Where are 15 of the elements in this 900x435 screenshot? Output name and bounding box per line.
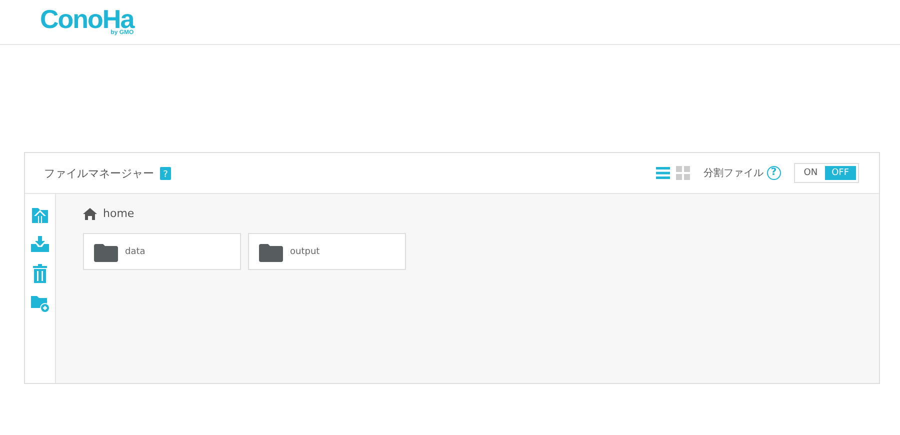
split-file-toggle[interactable]: ON OFF (794, 163, 859, 183)
add-folder-icon[interactable] (30, 294, 50, 313)
grid-view-icon[interactable] (676, 166, 690, 180)
breadcrumb-link[interactable]: home (103, 207, 134, 220)
split-file-label: 分割ファイル (704, 166, 764, 180)
folder-icon (94, 242, 118, 262)
list-view-icon[interactable] (656, 166, 670, 180)
folder-icon (259, 242, 283, 262)
home-icon[interactable] (83, 208, 97, 220)
folder-card[interactable]: output (248, 233, 406, 270)
trash-icon[interactable] (32, 264, 48, 283)
panel-title: ファイルマネージャー (44, 166, 154, 180)
download-icon[interactable] (30, 235, 50, 253)
logo-text: ConoHa (40, 8, 134, 30)
folder-card[interactable]: data (83, 233, 241, 270)
